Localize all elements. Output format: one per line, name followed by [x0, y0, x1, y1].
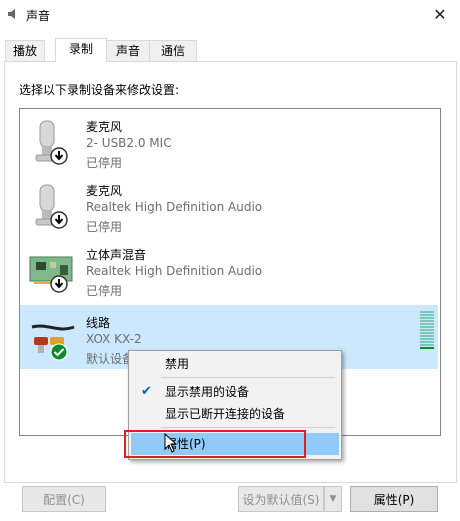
menu-item-label: 显示禁用的设备 [165, 385, 250, 399]
set-default-dropdown[interactable]: ▼ [324, 486, 342, 512]
menu-item-show-disconnected[interactable]: 显示已断开连接的设备 [131, 403, 339, 425]
tab-sounds[interactable]: 声音 [105, 40, 151, 61]
device-description: 2- USB2.0 MIC [86, 136, 172, 150]
tab-recording[interactable]: 录制 [55, 38, 107, 62]
tab-strip: 播放 录制 声音 通信 [5, 38, 455, 62]
annotation-highlight-box [124, 430, 306, 458]
close-button[interactable]: ✕ [420, 0, 460, 30]
close-icon: ✕ [433, 5, 447, 24]
configure-button[interactable]: 配置(C) [22, 486, 106, 512]
menu-item-label: 显示已断开连接的设备 [165, 407, 286, 421]
mouse-cursor-icon [164, 433, 178, 453]
device-description: Realtek High Definition Audio [86, 200, 263, 214]
checkmark-icon: ✔ [141, 384, 152, 399]
window-title: 声音 [26, 9, 51, 23]
device-description: XOX KX-2 [86, 332, 142, 346]
title-bar: 声音 ✕ [0, 0, 460, 30]
device-name: 麦克风 [86, 184, 123, 198]
device-status: 已停用 [86, 284, 123, 298]
device-item[interactable]: 麦克风 Realtek High Definition Audio 已停用 [20, 173, 438, 237]
device-name: 麦克风 [86, 120, 123, 134]
disabled-arrow-icon [50, 275, 68, 293]
chevron-down-icon: ▼ [329, 494, 337, 504]
instruction-text: 选择以下录制设备来修改设置: [19, 83, 180, 97]
disabled-arrow-icon [50, 211, 68, 229]
device-item[interactable]: 立体声混音 Realtek High Definition Audio 已停用 [20, 237, 438, 301]
menu-item-show-disabled[interactable]: ✔ 显示禁用的设备 [131, 381, 339, 403]
speaker-icon [8, 9, 15, 19]
device-status: 已停用 [86, 156, 123, 170]
menu-item-disable[interactable]: 禁用 [131, 353, 339, 375]
default-check-icon [50, 343, 68, 361]
menu-item-label: 禁用 [165, 357, 190, 371]
set-default-button[interactable]: 设为默认值(S) [238, 486, 324, 512]
device-item[interactable]: 麦克风 2- USB2.0 MIC 已停用 [20, 109, 438, 173]
disabled-arrow-icon [50, 147, 68, 165]
level-meter [420, 311, 434, 351]
properties-button[interactable]: 属性(P) [350, 486, 438, 512]
device-description: Realtek High Definition Audio [86, 264, 263, 278]
menu-separator [161, 377, 335, 378]
tab-communications[interactable]: 通信 [149, 40, 197, 61]
tab-playback[interactable]: 播放 [5, 40, 45, 61]
device-name: 立体声混音 [86, 248, 147, 262]
device-name: 线路 [86, 316, 111, 330]
device-status: 已停用 [86, 220, 123, 234]
device-status: 默认设备 [86, 352, 135, 366]
menu-separator [161, 427, 335, 428]
